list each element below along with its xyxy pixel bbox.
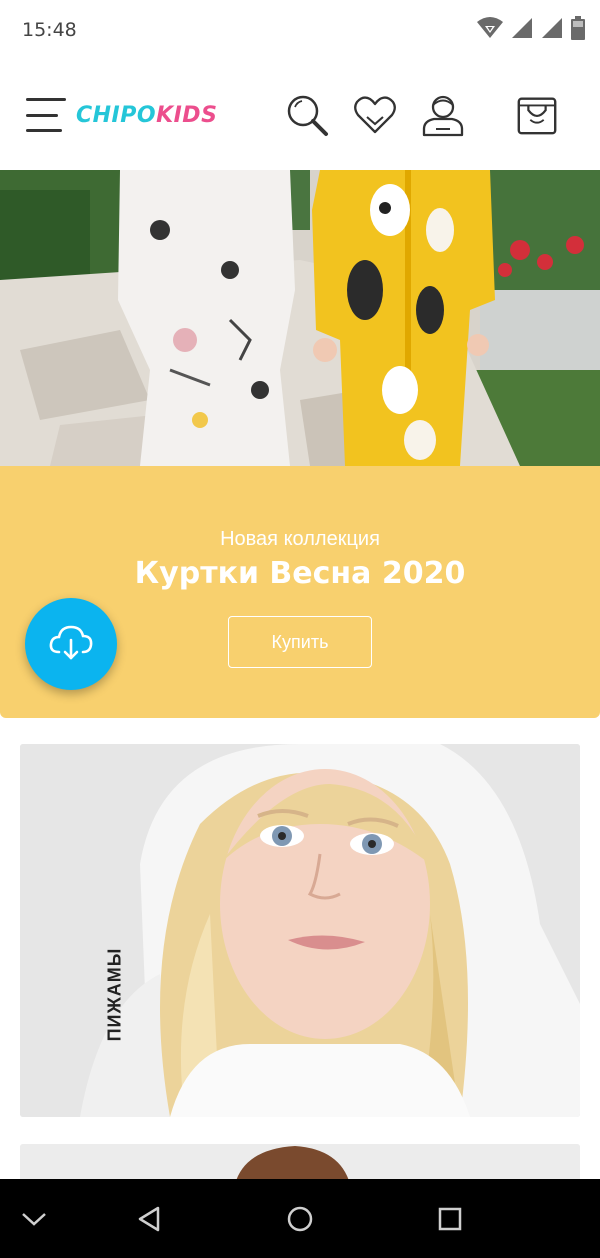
logo-part-chipo: CHIPO xyxy=(76,102,157,128)
status-icons xyxy=(476,15,586,46)
logo[interactable]: CHIPOKIDS xyxy=(76,103,217,128)
user-icon[interactable] xyxy=(420,92,466,138)
search-icon[interactable] xyxy=(284,92,330,138)
system-nav-bar xyxy=(0,1179,600,1258)
category-image xyxy=(20,1144,580,1184)
menu-icon[interactable] xyxy=(26,98,66,132)
chevron-down-icon[interactable] xyxy=(16,1201,52,1237)
download-fab[interactable] xyxy=(25,598,117,690)
battery-icon xyxy=(570,15,586,46)
home-icon[interactable] xyxy=(282,1201,318,1237)
buy-button[interactable]: Купить xyxy=(228,616,372,668)
hero-image[interactable] xyxy=(0,170,600,466)
status-time: 15:48 xyxy=(22,19,77,41)
category-label: ПИЖАМЫ xyxy=(104,947,125,1042)
category-image xyxy=(20,744,580,1117)
back-icon[interactable] xyxy=(132,1201,168,1237)
category-card-pajamas[interactable]: ПИЖАМЫ xyxy=(20,744,580,1117)
heart-icon[interactable] xyxy=(352,92,398,138)
app-header: CHIPOKIDS xyxy=(0,60,600,170)
cloud-download-icon xyxy=(47,622,95,667)
wifi-icon xyxy=(476,16,504,45)
signal-icon xyxy=(540,17,564,44)
logo-part-kids: KIDS xyxy=(156,102,218,128)
category-card[interactable] xyxy=(20,1144,580,1184)
promo-subtitle: Новая коллекция xyxy=(220,528,380,550)
promo-title: Куртки Весна 2020 xyxy=(134,556,466,591)
status-bar: 15:48 xyxy=(0,0,600,60)
cart-icon[interactable] xyxy=(514,92,560,138)
recents-icon[interactable] xyxy=(432,1201,468,1237)
signal-icon xyxy=(510,17,534,44)
